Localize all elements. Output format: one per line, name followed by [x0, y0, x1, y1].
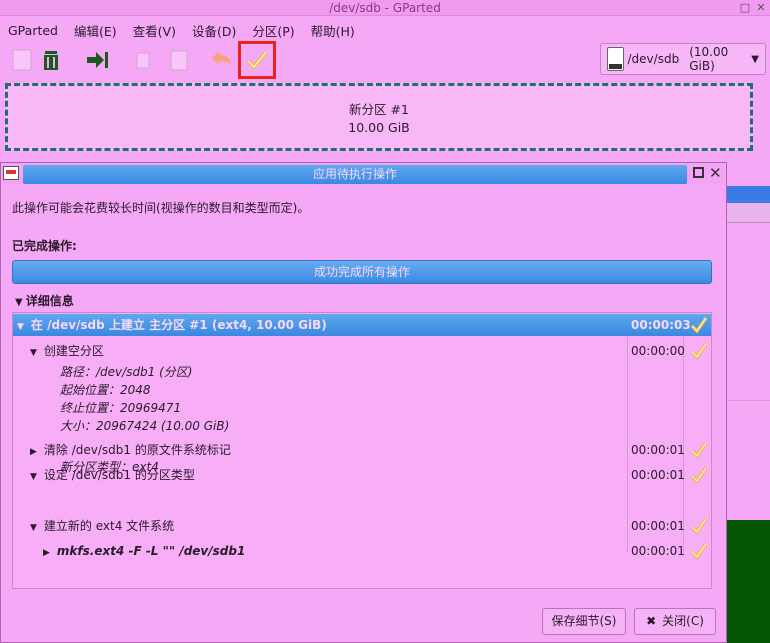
operation-row-wipe[interactable]: ▶ 清除 /dev/sdb1 的原文件系统标记 00:00:01: [13, 439, 711, 461]
operation-row-set-type[interactable]: ▼ 设定 /dev/sdb1 的分区类型 00:00:01: [13, 464, 711, 486]
row-text: 创建空分区: [43, 344, 104, 358]
partition-info-line: 大小：20967424 (10.00 GiB): [60, 419, 230, 433]
expand-triangle-icon: ▼: [17, 322, 24, 332]
success-check-icon: [689, 465, 709, 485]
operation-row-command[interactable]: ▶ mkfs.ext4 -F -L "" /dev/sdb1 00:00:01: [13, 540, 711, 562]
success-check-icon: [689, 516, 709, 536]
partition-info-line: 终止位置：20969471: [60, 401, 182, 415]
device-name: /dev/sdb: [627, 52, 680, 66]
apply-icon[interactable]: [238, 41, 276, 79]
apply-operations-dialog: 应用待执行操作 ✕ 此操作可能会花费较长时间(视操作的数目和类型而定)。 已完成…: [0, 162, 727, 643]
delete-icon[interactable]: [37, 46, 65, 74]
close-x-icon: ✖: [646, 614, 657, 628]
row-time: 00:00:01: [631, 468, 685, 482]
dialog-title: 应用待执行操作: [23, 165, 687, 184]
row-text: 清除 /dev/sdb1 的原文件系统标记: [43, 443, 231, 457]
drive-icon: [607, 47, 624, 71]
partition-size: 10.00 GiB: [348, 120, 410, 135]
menu-help[interactable]: 帮助(H): [303, 21, 363, 40]
partition-map[interactable]: 新分区 #1 10.00 GiB: [5, 83, 753, 151]
operation-row-mkfs[interactable]: ▼ 建立新的 ext4 文件系统 00:00:01: [13, 515, 711, 537]
gparted-app-icon: [3, 166, 19, 180]
new-partition-icon[interactable]: [8, 46, 36, 74]
row-text: 在 /dev/sdb 上建立 主分区 #1 (ext4, 10.00 GiB): [30, 318, 327, 332]
menu-edit[interactable]: 编辑(E): [66, 21, 125, 40]
dialog-close-icon[interactable]: ✕: [709, 164, 722, 182]
close-button[interactable]: ✖ 关闭(C): [634, 608, 716, 635]
partition-name: 新分区 #1: [349, 102, 409, 117]
completed-label: 已完成操作:: [12, 239, 77, 253]
background-terminal: [727, 520, 770, 643]
progress-bar: 成功完成所有操作: [12, 260, 712, 284]
partition-info-line: 起始位置：2048: [60, 383, 151, 397]
partition-info-line: 路径：/dev/sdb1 (分区): [60, 365, 193, 379]
save-details-button[interactable]: 保存细节(S): [542, 608, 626, 635]
main-titlebar: /dev/sdb - GParted □ ✕: [0, 0, 770, 16]
dialog-maximize-icon[interactable]: [693, 167, 704, 178]
background-panel: [727, 400, 770, 498]
warning-text: 此操作可能会花费较长时间(视操作的数目和类型而定)。: [12, 201, 310, 215]
success-check-icon: [689, 440, 709, 460]
collapsed-triangle-icon: ▶: [30, 447, 37, 457]
copy-icon[interactable]: [130, 46, 158, 74]
menu-gparted[interactable]: GParted: [0, 23, 66, 38]
success-check-icon: [689, 315, 709, 335]
operation-row-main[interactable]: ▼ 在 /dev/sdb 上建立 主分区 #1 (ext4, 10.00 GiB)…: [13, 314, 711, 336]
menubar: GParted 编辑(E) 查看(V) 设备(D) 分区(P) 帮助(H): [0, 19, 770, 41]
row-text: mkfs.ext4 -F -L "" /dev/sdb1: [56, 544, 246, 558]
dialog-titlebar: 应用待执行操作 ✕: [1, 163, 726, 185]
details-label: 详细信息: [25, 294, 74, 308]
operations-tree[interactable]: ▼ 在 /dev/sdb 上建立 主分区 #1 (ext4, 10.00 GiB)…: [12, 312, 712, 589]
menu-view[interactable]: 查看(V): [125, 21, 184, 40]
device-size: (10.00 GiB): [689, 45, 729, 73]
maximize-icon[interactable]: □: [738, 1, 752, 15]
row-time: 00:00:03: [631, 318, 691, 332]
success-check-icon: [689, 541, 709, 561]
resize-move-icon[interactable]: [83, 46, 111, 74]
row-time: 00:00:01: [631, 544, 685, 558]
row-time: 00:00:01: [631, 519, 685, 533]
details-expander[interactable]: ▼ 详细信息: [15, 292, 74, 309]
menu-partition[interactable]: 分区(P): [244, 21, 302, 40]
row-text: 建立新的 ext4 文件系统: [43, 519, 175, 533]
row-time: 00:00:01: [631, 443, 685, 457]
device-selector[interactable]: /dev/sdb (10.00 GiB) ▼: [600, 43, 766, 75]
background-list-header: [727, 186, 770, 203]
row-time: 00:00:00: [631, 344, 685, 358]
background-list-row: [727, 203, 770, 223]
expand-triangle-icon: ▼: [30, 472, 37, 482]
close-icon[interactable]: ✕: [754, 1, 768, 15]
collapsed-triangle-icon: ▶: [43, 548, 50, 558]
expand-triangle-icon: ▼: [30, 348, 37, 358]
window-title: /dev/sdb - GParted: [329, 1, 441, 15]
success-check-icon: [689, 341, 709, 361]
row-text: 设定 /dev/sdb1 的分区类型: [43, 468, 195, 482]
menu-device[interactable]: 设备(D): [184, 21, 244, 40]
expand-triangle-icon: ▼: [30, 523, 37, 533]
paste-icon[interactable]: [165, 46, 193, 74]
expander-triangle-icon: ▼: [15, 297, 23, 308]
close-button-label: 关闭(C): [662, 614, 704, 628]
chevron-down-icon: ▼: [751, 53, 759, 65]
operation-row-create[interactable]: ▼ 创建空分区 00:00:00: [13, 340, 711, 362]
undo-icon[interactable]: [208, 46, 236, 74]
